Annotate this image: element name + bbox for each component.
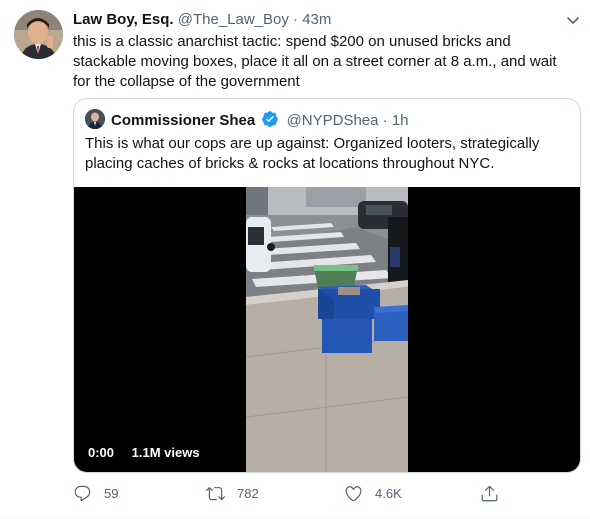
video-thumbnail <box>246 187 408 472</box>
retweet-button[interactable]: 782 <box>206 484 259 503</box>
tweet-timestamp[interactable]: 43m <box>302 11 331 28</box>
author-name[interactable]: Law Boy, Esq. <box>73 11 174 28</box>
quoted-tweet-header: Commissioner Shea @NYPDShea · 1h <box>111 110 409 133</box>
quoted-tweet-text: This is what our cops are up against: Or… <box>85 135 540 172</box>
like-icon <box>344 484 363 503</box>
quoted-author-avatar <box>85 109 105 129</box>
quoted-tweet[interactable]: Commissioner Shea @NYPDShea · 1h This is… <box>73 98 581 473</box>
video-meta: 0:00 1.1M views <box>88 445 214 460</box>
quoted-author-handle: @NYPDShea <box>286 112 379 129</box>
video-player[interactable]: 0:00 1.1M views <box>74 187 580 472</box>
quoted-header-separator: · <box>382 112 388 129</box>
quoted-author-name: Commissioner Shea <box>111 112 256 129</box>
reply-count: 59 <box>104 486 119 501</box>
quoted-tweet-timestamp: 1h <box>391 112 409 129</box>
divider <box>0 517 590 518</box>
tweet-header: Law Boy, Esq. @The_Law_Boy · 43m <box>73 11 331 29</box>
author-avatar[interactable] <box>14 10 63 59</box>
video-timestamp: 0:00 <box>88 445 115 460</box>
chevron-down-icon[interactable] <box>563 10 583 30</box>
retweet-icon <box>206 484 225 503</box>
verified-badge-icon <box>261 110 279 133</box>
like-button[interactable]: 4.6K <box>344 484 402 503</box>
reply-icon <box>73 484 92 503</box>
retweet-count: 782 <box>237 486 259 501</box>
reply-button[interactable]: 59 <box>73 484 118 503</box>
share-button[interactable] <box>480 484 499 503</box>
video-view-count: 1.1M views <box>131 445 200 460</box>
like-count: 4.6K <box>375 486 402 501</box>
author-handle[interactable]: @The_Law_Boy <box>178 11 289 28</box>
tweet-actions: 59 782 4.6K <box>73 484 513 504</box>
header-separator: · <box>293 11 299 28</box>
tweet-text: this is a classic anarchist tactic: spen… <box>73 33 557 90</box>
share-icon <box>480 484 499 503</box>
